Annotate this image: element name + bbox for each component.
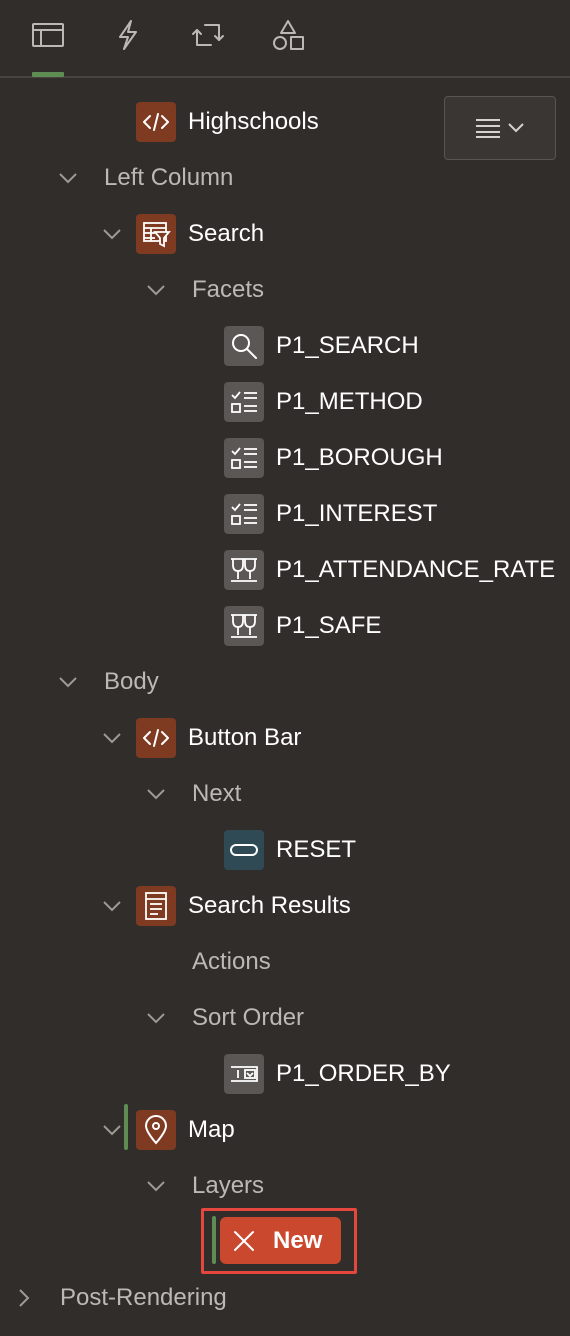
close-icon [234, 1230, 254, 1251]
chevron-down-icon[interactable] [56, 166, 80, 190]
processing-icon [192, 24, 224, 46]
checkbox-group-icon [224, 438, 264, 478]
static-content-icon [136, 102, 176, 142]
node-label: Post-Rendering [60, 1284, 227, 1311]
node-label: Layers [192, 1172, 265, 1199]
selection-indicator [212, 1216, 216, 1264]
tree-node-facets[interactable]: Facets [144, 262, 264, 318]
node-label: Left Column [104, 164, 234, 191]
static-content-icon [136, 718, 176, 758]
range-icon [224, 550, 264, 590]
button-icon [224, 830, 264, 870]
chevron-down-icon[interactable] [144, 782, 168, 806]
node-label: New [273, 1226, 323, 1254]
tree-node-p1-interest[interactable]: P1_INTEREST [224, 486, 437, 542]
chevron-down-icon[interactable] [100, 726, 124, 750]
chevron-right-icon[interactable] [12, 1286, 36, 1310]
tree-node-p1-search[interactable]: P1_SEARCH [224, 318, 419, 374]
tree-node-p1-attendance-rate[interactable]: P1_ATTENDANCE_RATE [224, 542, 555, 598]
search-icon [224, 326, 264, 366]
tree-node-body[interactable]: Body [56, 654, 159, 710]
rendering-tree-icon [32, 23, 64, 47]
chevron-down-icon[interactable] [144, 278, 168, 302]
node-label: Map [188, 1116, 235, 1143]
tree-node-sort-order[interactable]: Sort Order [144, 990, 304, 1046]
tree-node-new-layer[interactable]: New [220, 1217, 341, 1264]
tab-rendering[interactable] [24, 18, 72, 78]
tree-node-p1-borough[interactable]: P1_BOROUGH [224, 430, 443, 486]
tree-node-search-results[interactable]: Search Results [100, 878, 351, 934]
node-label: P1_ATTENDANCE_RATE [276, 556, 556, 583]
tree-node-actions[interactable]: Actions [144, 934, 271, 990]
node-label: Body [104, 668, 159, 695]
chevron-down-icon[interactable] [144, 1006, 168, 1030]
node-label: Sort Order [192, 1004, 305, 1031]
tree-node-left-column[interactable]: Left Column [56, 150, 233, 206]
node-label: P1_INTEREST [276, 500, 438, 527]
select-list-icon [224, 1054, 264, 1094]
tab-processing[interactable] [184, 18, 232, 78]
cards-report-icon [136, 886, 176, 926]
dynamic-actions-icon [119, 20, 137, 50]
node-label: P1_ORDER_BY [276, 1060, 451, 1087]
chevron-down-icon[interactable] [144, 1174, 168, 1198]
node-label: Next [192, 780, 242, 807]
tree-node-reset[interactable]: RESET [224, 822, 356, 878]
node-label: P1_BOROUGH [276, 444, 443, 471]
tree-node-p1-order-by[interactable]: P1_ORDER_BY [224, 1046, 451, 1102]
node-label: P1_SAFE [276, 612, 382, 639]
tree-node-highschools[interactable]: Highschools [136, 94, 319, 150]
tree-menu-button[interactable] [444, 96, 556, 160]
node-label: Button Bar [188, 724, 302, 751]
node-label: Facets [192, 276, 265, 303]
faceted-search-icon [136, 214, 176, 254]
node-label: P1_SEARCH [276, 332, 419, 359]
chevron-down-icon[interactable] [100, 894, 124, 918]
node-label: P1_METHOD [276, 388, 423, 415]
tree-node-search[interactable]: Search [100, 206, 264, 262]
chevron-down-icon[interactable] [56, 670, 80, 694]
tree-node-map[interactable]: Map [100, 1102, 235, 1158]
node-label: Highschools [188, 108, 319, 135]
chevron-down-icon [508, 123, 524, 133]
node-label: RESET [276, 836, 357, 863]
active-tab-indicator [32, 72, 64, 77]
tree-node-button-bar[interactable]: Button Bar [100, 710, 301, 766]
tab-dynamic-actions[interactable] [104, 18, 152, 78]
menu-lines-icon [476, 119, 500, 138]
checkbox-group-icon [224, 382, 264, 422]
chevron-down-icon[interactable] [100, 1118, 124, 1142]
tree-node-next[interactable]: Next [144, 766, 241, 822]
tab-bar [0, 0, 570, 78]
tree-node-post-rendering[interactable]: Post-Rendering [12, 1270, 227, 1326]
range-icon [224, 606, 264, 646]
tab-shared-components[interactable] [264, 18, 312, 78]
node-label: Search Results [188, 892, 351, 919]
checkbox-group-icon [224, 494, 264, 534]
node-label: Search [188, 220, 265, 247]
tree-node-p1-safe[interactable]: P1_SAFE [224, 598, 381, 654]
chevron-down-icon[interactable] [100, 222, 124, 246]
map-pin-icon [136, 1110, 176, 1150]
tree-node-layers[interactable]: Layers [144, 1158, 264, 1214]
tree-node-p1-method[interactable]: P1_METHOD [224, 374, 423, 430]
shared-components-icon [273, 20, 304, 50]
node-label: Actions [192, 948, 271, 975]
